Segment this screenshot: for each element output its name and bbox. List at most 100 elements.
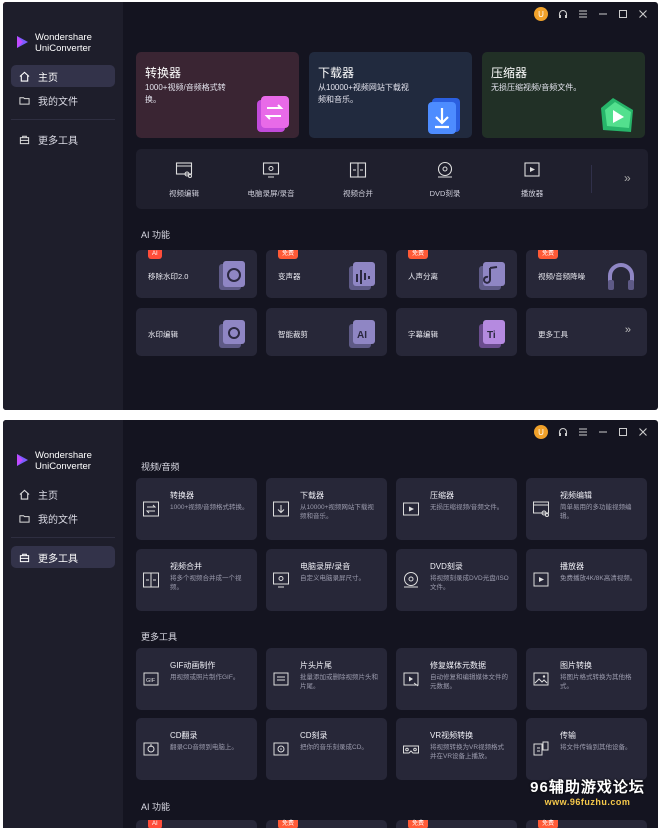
app-logo: Wondershare UniConverter: [15, 32, 92, 54]
logo-text-line2: UniConverter: [35, 461, 91, 472]
ai-card-subtitle-editor[interactable]: 字幕编辑 Ti: [396, 308, 517, 356]
minimize-icon[interactable]: [598, 427, 608, 437]
site-watermark: 96辅助游戏论坛 www.96fuzhu.com: [520, 776, 655, 807]
tile-video-edit[interactable]: 视频编辑 简单易用的多功能视频编辑。: [526, 478, 647, 540]
ai-card-smart-crop[interactable]: 智能裁剪 AI: [266, 308, 387, 356]
free-badge: 免费: [538, 250, 559, 259]
ai-card-partial[interactable]: 免费: [396, 820, 517, 828]
ai-card-partial[interactable]: 免费: [526, 820, 647, 828]
svg-text:Ti: Ti: [487, 330, 496, 341]
ai-card-more-tools[interactable]: 更多工具 »: [526, 308, 647, 356]
converter-icon: [143, 501, 159, 517]
minimize-icon[interactable]: [598, 9, 608, 19]
tile-title: 视频合并: [170, 562, 202, 571]
avatar[interactable]: U: [534, 7, 548, 21]
watermark-url: www.96fuzhu.com: [544, 797, 631, 807]
close-icon[interactable]: [638, 427, 648, 437]
headphones-icon: [608, 263, 634, 290]
tile-desc: 简单易用的多功能视频编辑。: [560, 504, 632, 520]
sidebar-item-more-tools[interactable]: 更多工具: [11, 546, 115, 568]
headset-icon[interactable]: [558, 427, 568, 437]
toolbar-divider: [591, 165, 592, 193]
cd-rip-icon: [143, 742, 159, 756]
maximize-icon[interactable]: [618, 9, 628, 19]
tile-title: 转换器: [170, 491, 194, 500]
logo-text-line1: Wondershare: [35, 450, 92, 461]
tile-compressor[interactable]: 压缩器 无损压缩视频/音频文件。: [396, 478, 517, 540]
app-logo: Wondershare UniConverter: [15, 450, 92, 472]
ai-card-partial[interactable]: 免费: [266, 820, 387, 828]
ai-card-watermark-editor[interactable]: 水印编辑: [136, 308, 257, 356]
avatar[interactable]: U: [534, 425, 548, 439]
tile-desc: 翻录CD音频到电脑上。: [170, 744, 238, 751]
window-controls: U: [534, 7, 648, 21]
app-window-more-tools: Wondershare UniConverter 主页 我的文件 更多工具 U …: [3, 420, 658, 828]
tile-title: DVD刻录: [430, 562, 463, 571]
vocal-remover-icon: [479, 262, 505, 290]
sidebar: Wondershare UniConverter 主页 我的文件 更多工具: [3, 2, 123, 410]
double-chevron-right-icon[interactable]: »: [624, 171, 634, 185]
ai-card-noise-reduction[interactable]: 免费 视频/音频降噪: [526, 250, 647, 298]
folder-icon: [19, 514, 30, 523]
dvd-icon: [404, 572, 418, 588]
sidebar-divider: [11, 119, 115, 120]
free-badge: 免费: [278, 820, 299, 828]
screen-record-icon: [273, 572, 289, 588]
tool-label: DVD刻录: [429, 189, 461, 198]
menu-icon[interactable]: [578, 9, 588, 19]
tile-cd-ripper[interactable]: CD翻录 翻录CD音频到电脑上。: [136, 718, 257, 780]
ai-card-vocal-remover[interactable]: 免费 人声分离: [396, 250, 517, 298]
close-icon[interactable]: [638, 9, 648, 19]
headset-icon[interactable]: [558, 9, 568, 19]
compress-icon: [601, 98, 633, 132]
voice-changer-icon: [349, 262, 375, 290]
sidebar-item-label: 我的文件: [38, 514, 78, 526]
sidebar-item-my-files[interactable]: 我的文件: [11, 89, 115, 111]
ai-badge: AI: [148, 820, 162, 828]
logo-text-line2: UniConverter: [35, 43, 91, 54]
maximize-icon[interactable]: [618, 427, 628, 437]
free-badge: 免费: [408, 820, 429, 828]
tile-intro-outro[interactable]: 片头片尾 批量添加或删除视频片头和片尾。: [266, 648, 387, 710]
tile-transfer[interactable]: 传输 将文件传输到其他设备。: [526, 718, 647, 780]
gif-icon: GIF: [143, 672, 159, 686]
tile-dvd[interactable]: DVD刻录 将视频刻录成DVD光盘/ISO文件。: [396, 549, 517, 611]
tile-title: 下载器: [300, 491, 324, 500]
tile-merge[interactable]: 视频合并 将多个视频合并成一个视频。: [136, 549, 257, 611]
menu-icon[interactable]: [578, 427, 588, 437]
tile-image-convert[interactable]: 图片转换 将图片格式转换为其他格式。: [526, 648, 647, 710]
tile-downloader[interactable]: 下载器 从10000+视频网站下载视频和音乐。: [266, 478, 387, 540]
ai-card-remove-watermark[interactable]: AI 移除水印2.0: [136, 250, 257, 298]
tool-screen-record[interactable]: 电脑录屏/录音: [231, 149, 311, 209]
ai-card-label: 字幕编辑: [408, 330, 438, 339]
hero-card-compressor[interactable]: 压缩器 无损压缩视频/音频文件。: [482, 52, 645, 138]
ai-card-voice-changer[interactable]: 免费 变声器: [266, 250, 387, 298]
ai-card-partial[interactable]: AI: [136, 820, 257, 828]
merge-icon: [349, 162, 367, 178]
transfer-icon: [533, 741, 549, 756]
tool-dvd[interactable]: DVD刻录: [405, 149, 485, 209]
tile-cd-burner[interactable]: CD刻录 把你的音乐刻录成CD。: [266, 718, 387, 780]
tool-player[interactable]: 播放器: [492, 149, 572, 209]
section-title-ai: AI 功能: [141, 802, 171, 812]
tile-title: 片头片尾: [300, 661, 332, 670]
tool-merge[interactable]: 视频合并: [318, 149, 398, 209]
player-icon: [533, 572, 549, 587]
hero-desc: 1000+视频/音频格式转换。: [145, 83, 226, 104]
sidebar-item-home[interactable]: 主页: [11, 483, 115, 505]
tile-player[interactable]: 播放器 免费播放4K/8K高清视频。: [526, 549, 647, 611]
tile-vr-convert[interactable]: VR视频转换 将视频转换为VR视频格式并在VR设备上播放。: [396, 718, 517, 780]
sidebar-item-home[interactable]: 主页: [11, 65, 115, 87]
tile-converter[interactable]: 转换器 1000+视频/音频格式转换。: [136, 478, 257, 540]
hero-card-downloader[interactable]: 下载器 从10000+视频网站下载视频和音乐。: [309, 52, 472, 138]
tool-video-edit[interactable]: 视频编辑: [144, 149, 224, 209]
hero-card-converter[interactable]: 转换器 1000+视频/音频格式转换。: [136, 52, 299, 138]
tile-gif-maker[interactable]: GIF GIF动画制作 用视频或照片制作GIF。: [136, 648, 257, 710]
tile-title: 电脑录屏/录音: [300, 562, 351, 571]
free-badge: 免费: [408, 250, 429, 259]
tile-desc: 免费播放4K/8K高清视频。: [560, 575, 637, 582]
sidebar-item-my-files[interactable]: 我的文件: [11, 507, 115, 529]
tile-fix-metadata[interactable]: 修复媒体元数据 自动修复和编辑媒体文件的元数据。: [396, 648, 517, 710]
tile-screen-record[interactable]: 电脑录屏/录音 自定义电脑录屏尺寸。: [266, 549, 387, 611]
sidebar-item-more-tools[interactable]: 更多工具: [11, 128, 115, 150]
